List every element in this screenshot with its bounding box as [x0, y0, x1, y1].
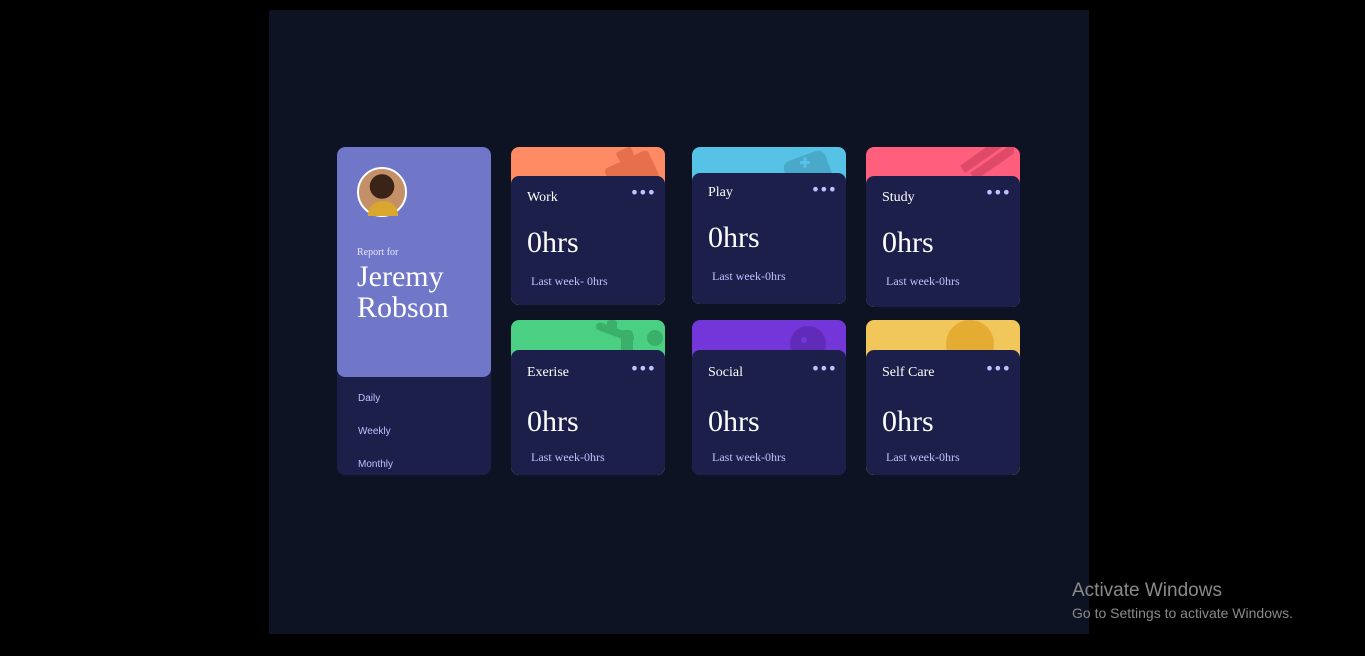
- current-hours: 0hrs: [708, 221, 760, 254]
- current-hours: 0hrs: [882, 226, 934, 259]
- dashboard-stage: Report for Jeremy Robson Daily Weekly Mo…: [269, 10, 1089, 634]
- smiley-icon: [942, 320, 998, 354]
- card-title: Exerise: [527, 365, 569, 380]
- card-title: Study: [882, 190, 915, 205]
- current-hours: 0hrs: [708, 405, 760, 438]
- more-options-button[interactable]: •••: [985, 185, 1011, 201]
- period-daily[interactable]: Daily: [358, 393, 380, 404]
- period-weekly[interactable]: Weekly: [358, 426, 391, 437]
- card-study[interactable]: Study ••• 0hrs Last week-0hrs: [866, 147, 1020, 307]
- more-options-button[interactable]: •••: [985, 361, 1011, 377]
- card-play[interactable]: Play ••• 0hrs Last week-0hrs: [692, 147, 846, 304]
- more-options-button[interactable]: •••: [811, 182, 837, 198]
- current-hours: 0hrs: [882, 405, 934, 438]
- card-title: Social: [708, 365, 743, 380]
- card-exercise[interactable]: Exerise ••• 0hrs Last week-0hrs: [511, 320, 665, 475]
- avatar: [357, 167, 407, 217]
- last-week-hours: Last week-0hrs: [712, 450, 786, 464]
- last-week-hours: Last week-0hrs: [886, 450, 960, 464]
- card-title: Self Care: [882, 365, 935, 380]
- last-week-hours: Last week- 0hrs: [531, 274, 608, 288]
- last-week-hours: Last week-0hrs: [531, 450, 605, 464]
- last-week-hours: Last week-0hrs: [712, 269, 786, 283]
- more-options-button[interactable]: •••: [630, 361, 656, 377]
- user-name: Jeremy Robson: [357, 260, 449, 324]
- period-monthly[interactable]: Monthly: [358, 459, 393, 470]
- activate-windows-title: Activate Windows: [1072, 580, 1222, 601]
- more-options-button[interactable]: •••: [811, 361, 837, 377]
- card-title: Work: [527, 190, 558, 205]
- activate-windows-subtitle: Go to Settings to activate Windows.: [1072, 605, 1293, 621]
- current-hours: 0hrs: [527, 405, 579, 438]
- card-work[interactable]: Work ••• 0hrs Last week- 0hrs: [511, 147, 665, 305]
- report-for-label: Report for: [357, 247, 399, 258]
- current-hours: 0hrs: [527, 226, 579, 259]
- chat-icon: [780, 320, 840, 354]
- more-options-button[interactable]: •••: [630, 185, 656, 201]
- runner-icon: [583, 320, 665, 354]
- card-title: Play: [708, 185, 733, 200]
- card-social[interactable]: Social ••• 0hrs Last week-0hrs: [692, 320, 846, 475]
- card-self-care[interactable]: Self Care ••• 0hrs Last week-0hrs: [866, 320, 1020, 475]
- profile-header: Report for Jeremy Robson: [337, 147, 491, 377]
- profile-card: Report for Jeremy Robson Daily Weekly Mo…: [337, 147, 491, 475]
- last-week-hours: Last week-0hrs: [886, 274, 960, 288]
